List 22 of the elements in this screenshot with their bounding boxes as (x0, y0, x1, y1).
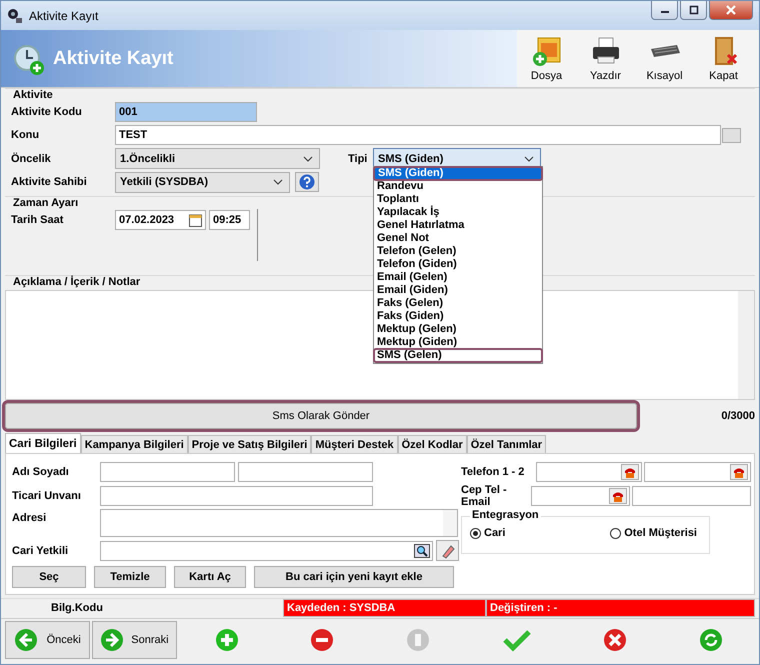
group-title: Aktivite (12, 89, 54, 101)
field-label: Öncelik (10, 152, 52, 164)
group-title: Açıklama / İçerik / Notlar (12, 276, 142, 288)
field-label: Aktivite Sahibi (10, 176, 88, 188)
field-label: Aktivite Kodu (10, 106, 83, 118)
page-title: Aktivite Kayıt (53, 48, 174, 70)
field-label: Telefon 1 - 2 (461, 466, 526, 478)
field-label: Ticari Unvanı (11, 490, 82, 502)
character-counter: 0/3000 (720, 410, 755, 422)
status-label: Bilg.Kodu (50, 601, 104, 616)
field-label: Tipi (348, 152, 368, 164)
window-title: Aktivite Kayıt (29, 8, 100, 22)
field-label: Cari Yetkili (11, 544, 70, 556)
field-label: Cep Tel - Email (461, 484, 508, 508)
group-title: Entegrasyon (470, 509, 541, 521)
created-by-label: Kaydeden : SYSDBA (283, 599, 486, 617)
group-title: Zaman Ayarı (12, 197, 80, 209)
field-label: Adı Soyadı (11, 466, 70, 478)
field-label: Tarih Saat (10, 214, 64, 226)
modified-by-label: Değiştiren : - (486, 599, 755, 617)
field-label: Adresi (11, 511, 48, 524)
field-label: Konu (10, 129, 40, 141)
